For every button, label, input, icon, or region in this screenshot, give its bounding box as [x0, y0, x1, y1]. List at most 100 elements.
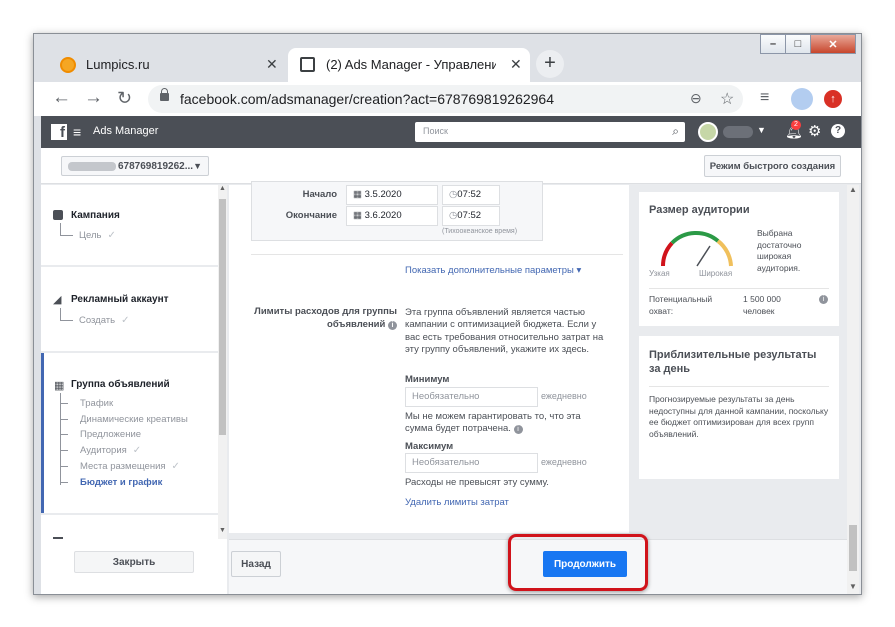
sidebar-ad-account-title: Рекламный аккаунт	[71, 294, 169, 305]
limits-label: Лимиты расходов для группы объявлений i	[254, 306, 397, 330]
checkbox-icon	[53, 210, 63, 220]
right-scrollbar[interactable]: ▲ ▼	[847, 185, 859, 594]
estimates-text: Прогнозируемые результаты за день недост…	[649, 394, 829, 439]
page-toolbar: 678769819262... ▼ Режим быстрого создани…	[41, 148, 861, 184]
account-id: 678769819262...	[118, 161, 194, 172]
calendar-icon: ▦	[353, 189, 362, 200]
toolbar: ← → ↻ facebook.com/adsmanager/creation?a…	[34, 82, 861, 116]
audience-size-card: Размер аудитории Узкая Широкая Выбрана д…	[639, 192, 839, 326]
sidebar-item-placements[interactable]: Места размещения ✓	[80, 461, 180, 472]
ads-manager-page: 678769819262... ▼ Режим быстрого создани…	[41, 148, 861, 594]
media-queue-icon[interactable]: ≡	[760, 90, 769, 106]
menu-icon[interactable]: ≡	[73, 124, 81, 140]
search-icon: ⌕	[672, 124, 679, 138]
end-time-input[interactable]: ◷07:52	[442, 206, 500, 226]
account-selector[interactable]: 678769819262... ▼	[61, 156, 209, 176]
grid-icon: ▦	[54, 380, 65, 392]
fb-header: f ≡ Ads Manager Поиск ⌕ ▼ 🔔︎ 2 ⚙ ?	[41, 116, 861, 148]
gauge-narrow-label: Узкая	[649, 269, 670, 278]
start-date-input[interactable]: ▦ 3.5.2020	[346, 185, 438, 205]
ads-manager-favicon-icon	[300, 57, 315, 72]
check-icon: ✓	[171, 461, 180, 472]
profile-avatar[interactable]	[791, 88, 813, 110]
sidebar-campaign-title: Кампания	[71, 210, 120, 221]
check-icon: ✓	[132, 445, 142, 456]
blurred-username	[723, 126, 753, 138]
scroll-thumb[interactable]	[219, 199, 226, 435]
zoom-icon[interactable]: ⊖	[690, 90, 702, 107]
avatar[interactable]	[698, 122, 718, 142]
remove-limits-link[interactable]: Удалить лимиты затрат	[405, 497, 509, 508]
new-tab-button[interactable]: +	[536, 50, 564, 78]
gauge-needle	[696, 245, 711, 267]
sidebar-item-goal[interactable]: Цель ✓	[79, 230, 116, 241]
continue-button[interactable]: Продолжить	[543, 551, 627, 577]
search-input[interactable]: Поиск ⌕	[415, 122, 685, 142]
info-icon[interactable]: i	[819, 295, 828, 304]
scroll-down-icon[interactable]: ▼	[849, 582, 857, 591]
end-label: Окончание	[285, 210, 337, 221]
sidebar-adset[interactable]: ▦ Группа объявлений Трафик Динамические …	[41, 353, 218, 513]
close-button[interactable]: Закрыть	[74, 551, 194, 573]
footer-bar: Назад Продолжить	[229, 534, 847, 594]
sidebar-campaign[interactable]: Кампания Цель ✓	[41, 185, 218, 265]
tab-title: Lumpics.ru	[86, 57, 150, 72]
estimates-title: Приблизительные результаты за день	[649, 349, 817, 375]
min-label: Минимум	[405, 374, 450, 385]
sidebar-scrollbar[interactable]: ▲ ▼	[218, 185, 227, 539]
sidebar-ad-account[interactable]: ◢ Рекламный аккаунт Создать ✓	[41, 267, 218, 351]
sidebar-item-dynamic-creatives[interactable]: Динамические креативы	[80, 414, 188, 425]
scroll-thumb[interactable]	[849, 525, 857, 571]
min-spend-input[interactable]: Необязательно	[405, 387, 538, 407]
start-label: Начало	[302, 189, 337, 200]
check-icon: ✓	[107, 230, 116, 241]
scroll-down-icon[interactable]: ▼	[219, 527, 226, 534]
facebook-logo-icon[interactable]: f	[51, 124, 67, 141]
reload-icon[interactable]: ↻	[117, 89, 132, 107]
tab-title: (2) Ads Manager - Управление р	[326, 57, 496, 72]
quick-create-button[interactable]: Режим быстрого создания	[704, 155, 841, 177]
account-dropdown-icon[interactable]: ▼	[757, 125, 766, 135]
sidebar-item-budget[interactable]: Бюджет и график	[80, 477, 162, 488]
megaphone-icon: ◢	[53, 294, 62, 306]
adset-form: Начало ▦ 3.5.2020 ◷07:52 Окончание ▦ 3.6…	[229, 181, 629, 533]
bookmark-star-icon[interactable]: ☆	[720, 89, 734, 109]
back-icon[interactable]: ←	[52, 88, 71, 107]
check-icon: ✓	[121, 315, 130, 326]
update-icon[interactable]: ↑	[824, 90, 842, 108]
scroll-up-icon[interactable]: ▲	[219, 185, 226, 192]
audience-title: Размер аудитории	[649, 204, 750, 216]
estimates-card: Приблизительные результаты за день Прогн…	[639, 336, 839, 479]
limits-description: Эта группа объявлений является частью ка…	[405, 307, 604, 356]
divider	[649, 288, 829, 289]
start-time-input[interactable]: ◷07:52	[442, 185, 500, 205]
max-note: Расходы не превысят эту сумму.	[405, 477, 549, 488]
show-more-params-link[interactable]: Показать дополнительные параметры ▾	[405, 265, 581, 276]
timezone-note: (Тихоокеанское время)	[442, 228, 518, 235]
help-icon[interactable]: ?	[831, 124, 845, 138]
max-spend-input[interactable]: Необязательно	[405, 453, 538, 473]
gear-icon[interactable]: ⚙	[808, 122, 821, 140]
sidebar-footer: Закрыть	[41, 539, 227, 594]
audience-gauge	[661, 231, 733, 267]
back-button[interactable]: Назад	[231, 551, 281, 577]
sidebar-item-offer[interactable]: Предложение	[80, 429, 141, 440]
close-tab-icon[interactable]: ✕	[510, 56, 522, 73]
close-tab-icon[interactable]: ✕	[266, 56, 278, 73]
sidebar-item-traffic[interactable]: Трафик	[80, 398, 113, 409]
scroll-up-icon[interactable]: ▲	[849, 185, 857, 194]
sidebar-item-audience[interactable]: Аудитория ✓	[80, 445, 141, 456]
end-date-input[interactable]: ▦ 3.6.2020	[346, 206, 438, 226]
sidebar-item-create[interactable]: Создать ✓	[79, 315, 130, 326]
chevron-down-icon: ▼	[193, 161, 202, 171]
gauge-wide-label: Широкая	[699, 269, 733, 278]
address-bar[interactable]: facebook.com/adsmanager/creation?act=678…	[148, 85, 743, 113]
forward-icon[interactable]: →	[84, 88, 103, 107]
minimize-button[interactable]: –	[760, 34, 786, 54]
audience-status: Выбрана достаточно широкая аудитория.	[757, 228, 802, 273]
maximize-button[interactable]: □	[785, 34, 811, 54]
tab-lumpics[interactable]: Lumpics.ru ✕	[48, 48, 286, 82]
close-window-button[interactable]: ✕	[810, 34, 856, 54]
tab-ads-manager[interactable]: (2) Ads Manager - Управление р ✕	[288, 48, 530, 82]
blurred-account-name	[68, 162, 116, 171]
